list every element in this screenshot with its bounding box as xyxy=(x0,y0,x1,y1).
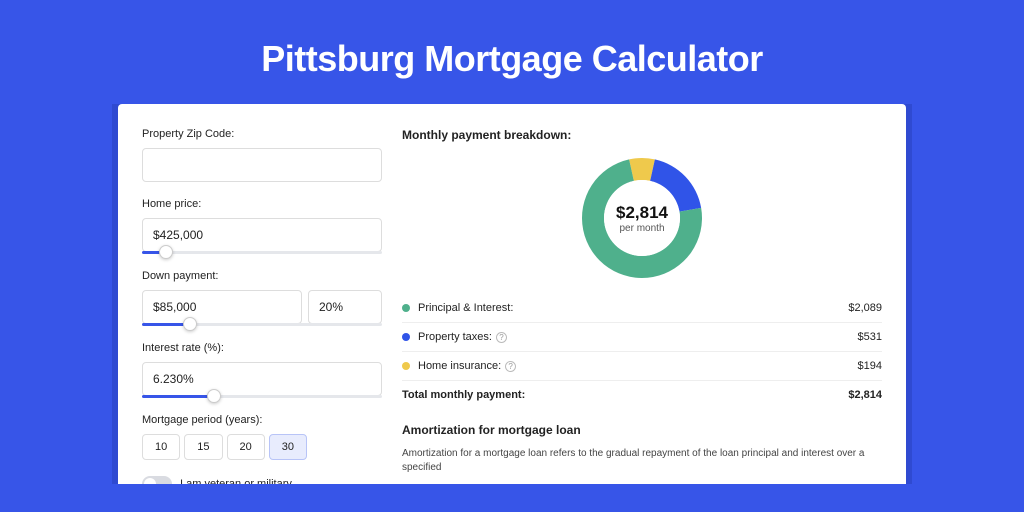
period-option-20[interactable]: 20 xyxy=(227,434,265,460)
home-price-label: Home price: xyxy=(142,198,382,210)
veteran-row: I am veteran or military xyxy=(142,476,382,484)
down-payment-group: Down payment: xyxy=(142,270,382,326)
calculator-card: Property Zip Code: Home price: Down paym… xyxy=(118,104,906,484)
amortization-text: Amortization for a mortgage loan refers … xyxy=(402,447,882,475)
down-payment-input[interactable] xyxy=(142,290,302,324)
legend-row: Home insurance:? $194 xyxy=(402,351,882,380)
zip-input[interactable] xyxy=(142,148,382,182)
legend-swatch xyxy=(402,333,410,341)
rate-slider[interactable] xyxy=(142,395,382,398)
down-payment-pct-input[interactable] xyxy=(308,290,382,324)
inputs-panel: Property Zip Code: Home price: Down paym… xyxy=(142,128,382,484)
legend-amount: $2,089 xyxy=(848,302,882,314)
period-option-15[interactable]: 15 xyxy=(184,434,222,460)
legend-total-label: Total monthly payment: xyxy=(402,389,525,401)
rate-label: Interest rate (%): xyxy=(142,342,382,354)
period-group: Mortgage period (years): 10152030 xyxy=(142,414,382,460)
zip-label: Property Zip Code: xyxy=(142,128,382,140)
home-price-slider-thumb[interactable] xyxy=(159,245,173,259)
home-price-input[interactable] xyxy=(142,218,382,252)
legend-total-amount: $2,814 xyxy=(848,389,882,401)
period-options: 10152030 xyxy=(142,434,382,460)
amortization-title: Amortization for mortgage loan xyxy=(402,423,882,437)
info-icon[interactable]: ? xyxy=(505,361,516,372)
results-panel: Monthly payment breakdown: $2,814 per mo… xyxy=(402,128,882,484)
donut-sub: per month xyxy=(619,223,664,234)
veteran-label: I am veteran or military xyxy=(180,478,292,484)
toggle-knob xyxy=(144,478,156,484)
page-title: Pittsburg Mortgage Calculator xyxy=(0,0,1024,104)
period-option-30[interactable]: 30 xyxy=(269,434,307,460)
down-payment-label: Down payment: xyxy=(142,270,382,282)
legend-swatch xyxy=(402,304,410,312)
donut-wrap: $2,814 per month xyxy=(402,156,882,280)
veteran-toggle[interactable] xyxy=(142,476,172,484)
period-option-10[interactable]: 10 xyxy=(142,434,180,460)
card-shadow: Property Zip Code: Home price: Down paym… xyxy=(112,104,912,484)
breakdown-title: Monthly payment breakdown: xyxy=(402,128,882,142)
home-price-group: Home price: xyxy=(142,198,382,254)
legend-label: Home insurance: xyxy=(418,360,501,372)
legend-amount: $194 xyxy=(858,360,882,372)
home-price-slider[interactable] xyxy=(142,251,382,254)
donut-value: $2,814 xyxy=(616,203,668,223)
rate-slider-thumb[interactable] xyxy=(207,389,221,403)
legend-total-row: Total monthly payment: $2,814 xyxy=(402,380,882,409)
rate-group: Interest rate (%): xyxy=(142,342,382,398)
legend-label: Property taxes: xyxy=(418,331,492,343)
down-payment-slider[interactable] xyxy=(142,323,382,326)
down-payment-slider-thumb[interactable] xyxy=(183,317,197,331)
legend-row: Principal & Interest: $2,089 xyxy=(402,294,882,322)
donut-chart: $2,814 per month xyxy=(580,156,704,280)
legend-amount: $531 xyxy=(858,331,882,343)
period-label: Mortgage period (years): xyxy=(142,414,382,426)
legend-swatch xyxy=(402,362,410,370)
donut-center: $2,814 per month xyxy=(604,180,680,256)
legend: Principal & Interest: $2,089 Property taxe… xyxy=(402,294,882,409)
legend-row: Property taxes:? $531 xyxy=(402,322,882,351)
info-icon[interactable]: ? xyxy=(496,332,507,343)
zip-group: Property Zip Code: xyxy=(142,128,382,182)
rate-input[interactable] xyxy=(142,362,382,396)
legend-label: Principal & Interest: xyxy=(418,302,513,314)
